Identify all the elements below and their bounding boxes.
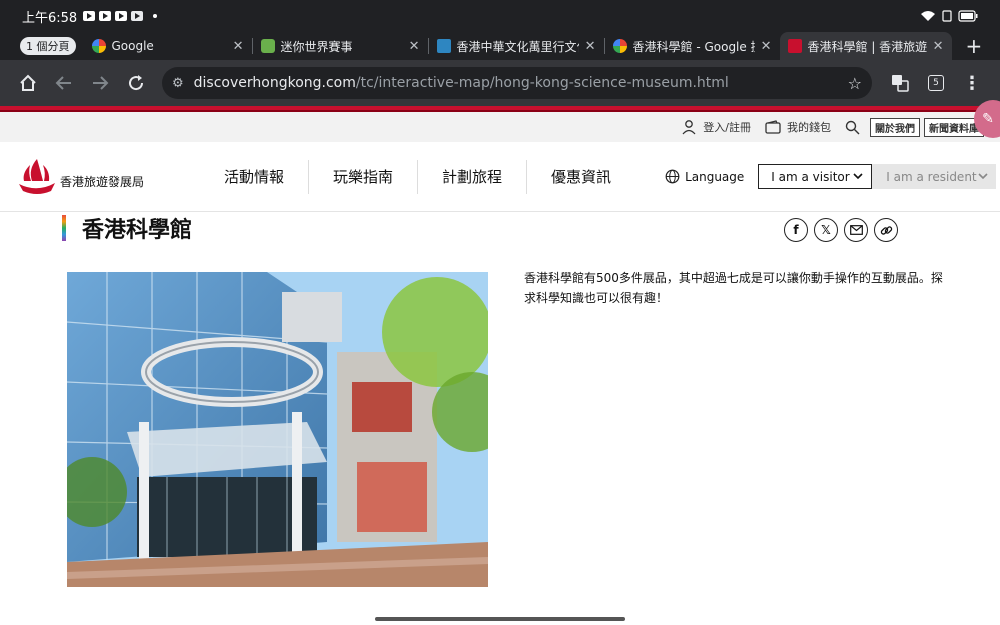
- reload-button[interactable]: [118, 65, 154, 101]
- tab-title: 香港科學館 | 香港旅遊發展局: [807, 39, 927, 54]
- link-icon: [880, 225, 892, 235]
- back-button[interactable]: [46, 65, 82, 101]
- utility-bar: 登入/註冊 我的錢包 關於我們 新聞資料庫: [0, 112, 1000, 142]
- app-notification-icon: [131, 11, 144, 21]
- chevron-down-icon: [978, 173, 988, 180]
- site-settings-icon[interactable]: ⚙: [172, 76, 184, 91]
- facebook-share-button[interactable]: f: [784, 218, 808, 242]
- search-icon: [845, 120, 860, 134]
- tab-science-museum[interactable]: 香港科學館 | 香港旅遊發展局 ✕: [779, 32, 952, 60]
- user-icon: [682, 120, 696, 135]
- language-selector[interactable]: Language: [665, 169, 744, 184]
- language-label: Language: [685, 169, 745, 184]
- close-tab-icon[interactable]: ✕: [933, 39, 944, 54]
- tab-count: 5: [928, 75, 944, 91]
- more-vert-icon: ⋮: [963, 72, 981, 94]
- resident-label: I am a resident: [886, 169, 977, 184]
- translate-button[interactable]: [882, 65, 918, 101]
- junk-boat-logo-icon: [19, 158, 55, 194]
- forward-button[interactable]: [82, 65, 118, 101]
- status-time: 上午6:58: [22, 10, 78, 26]
- copy-link-button[interactable]: [874, 218, 898, 242]
- globe-icon: [665, 169, 680, 184]
- site-header: 香港旅遊發展局 活動情報 玩樂指南 計劃旅程 優惠資訊 Language I a…: [0, 142, 1000, 212]
- tab-google-search[interactable]: 香港科學館 - Google 搜尋 ✕: [605, 32, 780, 60]
- wallet-icon: [765, 120, 781, 134]
- nav-offers[interactable]: 優惠資訊: [527, 160, 635, 194]
- more-notifications-icon: [153, 14, 158, 18]
- museum-description: 香港科學館有500多件展品，其中超過七成是可以讓你動手操作的互動展品。探求科學知…: [524, 271, 943, 305]
- nav-plan-trip[interactable]: 計劃旅程: [418, 159, 528, 194]
- login-label: 登入/註冊: [703, 121, 751, 134]
- new-tab-button[interactable]: +: [966, 36, 983, 56]
- rainbow-title-bar: [62, 215, 66, 241]
- close-tab-icon[interactable]: ✕: [585, 39, 596, 54]
- x-icon: 𝕏: [821, 223, 831, 237]
- gesture-home-bar[interactable]: [375, 617, 625, 621]
- tab-culture-tour[interactable]: 香港中華文化萬里行文化影 ✕: [429, 32, 604, 60]
- pencil-icon: ✎: [982, 111, 994, 127]
- logo-text: 香港旅遊發展局: [60, 175, 145, 189]
- forward-arrow-icon: [93, 76, 109, 90]
- url-host: discoverhongkong.com: [193, 75, 356, 91]
- main-nav: 活動情報 玩樂指南 計劃旅程 優惠資訊: [200, 159, 635, 194]
- address-bar[interactable]: ⚙ discoverhongkong.com/tc/interactive-ma…: [162, 67, 872, 99]
- tab-switcher-button[interactable]: 5: [918, 65, 954, 101]
- visitor-label: I am a visitor: [771, 169, 850, 184]
- close-tab-icon[interactable]: ✕: [409, 39, 420, 54]
- x-share-button[interactable]: 𝕏: [814, 218, 838, 242]
- tab-mini-world[interactable]: 迷你世界賽事 ✕: [253, 32, 428, 60]
- google-icon: [91, 39, 106, 53]
- chevron-down-icon: [853, 173, 863, 180]
- hktb-logo[interactable]: 香港旅遊發展局: [16, 155, 196, 199]
- tab-strip: 1 個分頁 Google ✕ 迷你世界賽事 ✕ 香港中華文化萬里行文化影 ✕ 香…: [0, 32, 1000, 60]
- resident-select[interactable]: I am a resident: [872, 164, 997, 189]
- share-buttons: f 𝕏: [784, 218, 898, 242]
- nav-things-to-do[interactable]: 玩樂指南: [309, 159, 419, 194]
- close-tab-icon[interactable]: ✕: [761, 39, 772, 54]
- museum-photo: [67, 272, 488, 587]
- visitor-select[interactable]: I am a visitor: [758, 164, 873, 189]
- mail-icon: [849, 225, 863, 235]
- youtube-notification-icon: [83, 11, 96, 21]
- tab-google[interactable]: Google ✕: [84, 32, 252, 60]
- mini-world-icon: [260, 39, 275, 53]
- page-title: 香港科學館: [82, 218, 193, 243]
- nav-events[interactable]: 活動情報: [200, 159, 310, 194]
- tab-title: 迷你世界賽事: [280, 39, 353, 54]
- page-title-block: 香港科學館: [62, 212, 192, 244]
- home-icon: [20, 74, 36, 91]
- url-path: /tc/interactive-map/hong-kong-science-mu…: [355, 75, 729, 91]
- facebook-icon: f: [793, 223, 799, 237]
- youtube-notification-icon: [99, 11, 112, 21]
- email-share-button[interactable]: [844, 218, 868, 242]
- museum-building-illustration: [67, 272, 488, 587]
- wallet-label: 我的錢包: [787, 121, 831, 134]
- back-arrow-icon: [55, 76, 71, 90]
- tab-group-chip[interactable]: 1 個分頁: [20, 37, 76, 55]
- site-search-button[interactable]: [845, 120, 866, 135]
- login-link[interactable]: 登入/註冊: [681, 119, 751, 135]
- about-us-link[interactable]: 關於我們: [870, 117, 920, 137]
- culture-site-icon: [436, 39, 451, 53]
- wifi-icon: [921, 11, 935, 21]
- google-icon: [612, 39, 627, 53]
- sim-icon: [942, 10, 952, 22]
- tab-title: 香港中華文化萬里行文化影: [456, 39, 579, 54]
- tab-title: Google: [111, 39, 154, 53]
- hktb-icon: [787, 39, 802, 53]
- close-tab-icon[interactable]: ✕: [233, 39, 244, 54]
- menu-button[interactable]: ⋮: [954, 65, 990, 101]
- translate-icon: [892, 75, 909, 92]
- reload-icon: [129, 75, 144, 91]
- status-bar: 上午6:58: [0, 0, 1000, 32]
- wallet-link[interactable]: 我的錢包: [765, 119, 831, 135]
- youtube-notification-icon: [115, 11, 128, 21]
- bookmark-star-icon[interactable]: ☆: [848, 74, 862, 93]
- battery-icon: [958, 10, 978, 22]
- browser-toolbar: ⚙ discoverhongkong.com/tc/interactive-ma…: [0, 60, 1000, 106]
- tab-title: 香港科學館 - Google 搜尋: [632, 39, 755, 54]
- home-button[interactable]: [10, 65, 46, 101]
